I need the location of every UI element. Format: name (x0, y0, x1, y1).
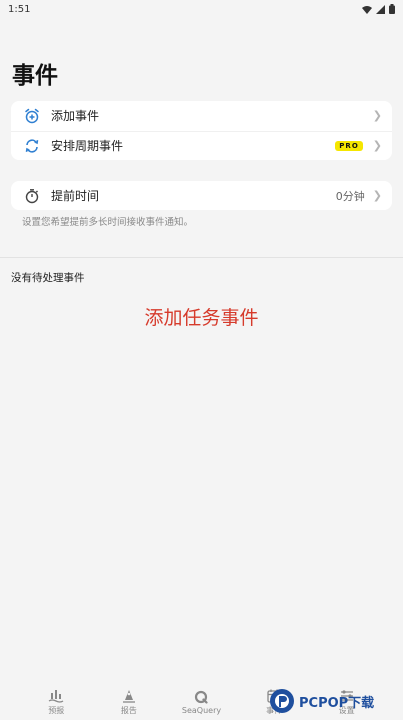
tab-forecast[interactable]: 预报 (26, 686, 86, 718)
tab-report-label: 报告 (120, 706, 137, 715)
overlay-caption: 添加任务事件 (144, 307, 259, 329)
advance-time-hint: 设置您希望提前多长时间接收事件通知。 (22, 217, 194, 228)
chevron-right-icon: ❯ (372, 139, 382, 153)
status-time: 1:51 (8, 3, 31, 15)
recurring-event-label: 安排周期事件 (51, 139, 124, 154)
tab-events-label: 事件 (266, 706, 283, 715)
events-card: 添加事件 ❯ 安排周期事件 PRO ❯ (11, 101, 392, 160)
seaquery-icon (193, 689, 209, 705)
recurring-event-row[interactable]: 安排周期事件 PRO ❯ (11, 130, 392, 161)
tab-settings-label: 设置 (338, 706, 355, 715)
advance-time-row[interactable]: 提前时间 0分钟 ❯ (11, 181, 392, 211)
add-event-label: 添加事件 (51, 109, 100, 124)
tab-report[interactable]: 报告 (99, 686, 159, 718)
recurring-icon (23, 137, 41, 155)
divider (0, 257, 403, 258)
settings-icon (339, 688, 355, 704)
status-icons (362, 4, 395, 14)
chevron-right-icon: ❯ (372, 189, 382, 203)
signal-icon (376, 4, 385, 14)
advance-time-value: 0分钟 (335, 189, 365, 203)
status-bar: 1:51 (0, 0, 403, 18)
no-pending-events-label: 没有待处理事件 (11, 272, 85, 284)
advance-time-card: 提前时间 0分钟 ❯ (11, 181, 392, 210)
tab-seaquery-label: SeaQuery (181, 706, 222, 715)
events-icon (266, 688, 282, 704)
advance-time-label: 提前时间 (51, 189, 100, 204)
add-event-row[interactable]: 添加事件 ❯ (11, 101, 392, 131)
page-title: 事件 (12, 63, 58, 89)
alarm-add-icon (23, 107, 41, 125)
tab-events[interactable]: 事件 (244, 686, 304, 718)
tab-seaquery[interactable]: SeaQuery (171, 686, 231, 718)
pro-badge: PRO (335, 140, 363, 151)
tab-settings[interactable]: 设置 (317, 686, 377, 718)
battery-icon (389, 4, 395, 14)
wifi-icon (362, 5, 372, 14)
forecast-icon (48, 688, 64, 704)
stopwatch-icon (23, 187, 41, 205)
chevron-right-icon: ❯ (372, 109, 382, 123)
report-icon (121, 688, 137, 704)
tab-forecast-label: 预报 (48, 706, 65, 715)
bottom-tab-bar: 预报 报告 SeaQuery 事件 设置 (0, 684, 403, 720)
